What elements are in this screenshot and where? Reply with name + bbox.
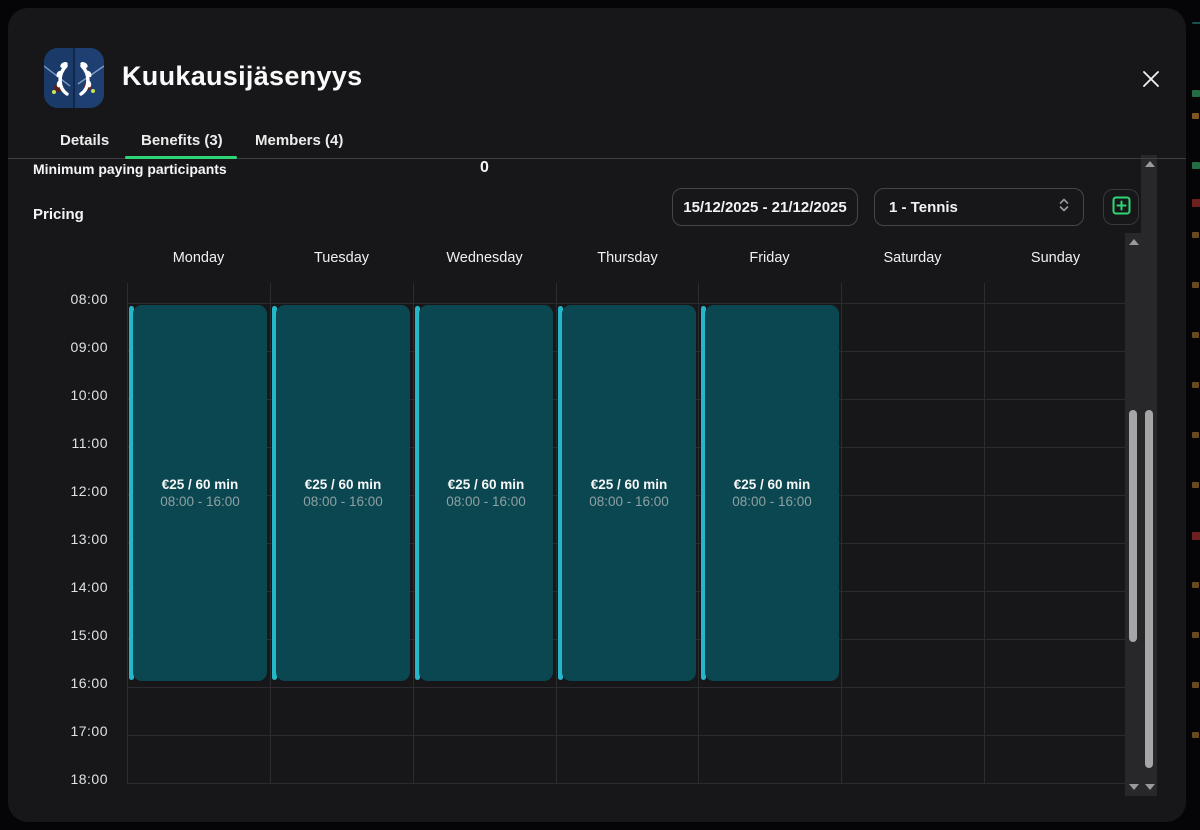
background-artifact	[1192, 682, 1199, 688]
background-artifact	[1192, 732, 1199, 738]
grid-line	[270, 283, 271, 783]
pricing-event-tuesday[interactable]: €25 / 60 min 08:00 - 16:00	[272, 305, 410, 681]
pricing-section-label: Pricing	[33, 206, 84, 223]
scroll-down-icon[interactable]	[1145, 784, 1155, 790]
day-header-monday: Monday	[127, 250, 270, 266]
time-label: 17:00	[38, 723, 108, 739]
background-artifact	[1192, 482, 1199, 488]
modal-scrollbar[interactable]	[1141, 155, 1157, 796]
grid-line	[127, 687, 1127, 688]
membership-modal: Kuukausijäsenyys Details Benefits (3) Me…	[8, 8, 1186, 822]
tab-members[interactable]: Members (4)	[255, 132, 343, 149]
grid-line	[556, 283, 557, 783]
background-artifact	[1192, 232, 1199, 238]
scroll-down-icon[interactable]	[1129, 784, 1139, 790]
grid-line	[984, 283, 985, 783]
time-label: 11:00	[38, 435, 108, 451]
background-artifact	[1192, 532, 1200, 540]
grid-line	[127, 303, 1127, 304]
background-artifact	[1192, 22, 1200, 24]
event-price: €25 / 60 min	[162, 477, 239, 492]
background-artifact	[1192, 582, 1199, 588]
grid-line	[127, 735, 1127, 736]
grid-line	[127, 783, 1127, 784]
event-hours: 08:00 - 16:00	[160, 494, 240, 509]
background-artifact	[1192, 90, 1200, 97]
event-price: €25 / 60 min	[305, 477, 382, 492]
background-artifact	[1192, 632, 1199, 638]
event-price: €25 / 60 min	[591, 477, 668, 492]
time-label: 09:00	[38, 339, 108, 355]
background-artifact	[1192, 162, 1200, 169]
add-pricing-button[interactable]	[1103, 189, 1139, 225]
day-header-friday: Friday	[698, 250, 841, 266]
plus-square-icon	[1112, 196, 1131, 219]
event-body: €25 / 60 min 08:00 - 16:00	[133, 305, 267, 681]
event-body: €25 / 60 min 08:00 - 16:00	[419, 305, 553, 681]
day-header-wednesday: Wednesday	[413, 250, 556, 266]
pricing-event-thursday[interactable]: €25 / 60 min 08:00 - 16:00	[558, 305, 696, 681]
event-hours: 08:00 - 16:00	[589, 494, 669, 509]
scroll-up-icon[interactable]	[1145, 161, 1155, 167]
time-label: 14:00	[38, 579, 108, 595]
background-artifact	[1192, 282, 1199, 288]
day-header-saturday: Saturday	[841, 250, 984, 266]
background-artifact	[1192, 382, 1199, 388]
tab-benefits[interactable]: Benefits (3)	[141, 132, 223, 149]
pricing-event-wednesday[interactable]: €25 / 60 min 08:00 - 16:00	[415, 305, 553, 681]
event-body: €25 / 60 min 08:00 - 16:00	[562, 305, 696, 681]
background-artifact	[1192, 332, 1199, 338]
event-price: €25 / 60 min	[734, 477, 811, 492]
pricing-event-friday[interactable]: €25 / 60 min 08:00 - 16:00	[701, 305, 839, 681]
close-icon[interactable]	[1136, 64, 1166, 94]
event-hours: 08:00 - 16:00	[732, 494, 812, 509]
event-body: €25 / 60 min 08:00 - 16:00	[276, 305, 410, 681]
day-header-thursday: Thursday	[556, 250, 699, 266]
resource-select-value: 1 - Tennis	[889, 199, 958, 216]
event-body: €25 / 60 min 08:00 - 16:00	[705, 305, 839, 681]
grid-line	[413, 283, 414, 783]
active-tab-indicator	[125, 156, 237, 159]
time-label: 15:00	[38, 627, 108, 643]
min-participants-label: Minimum paying participants	[33, 161, 227, 177]
resource-select[interactable]: 1 - Tennis	[874, 188, 1084, 226]
scroll-up-icon[interactable]	[1129, 239, 1139, 245]
club-logo	[44, 48, 104, 108]
chevron-up-down-icon	[1059, 197, 1069, 217]
day-header-sunday: Sunday	[984, 250, 1127, 266]
event-hours: 08:00 - 16:00	[303, 494, 383, 509]
calendar-scrollbar[interactable]	[1125, 233, 1141, 796]
background-artifact	[1192, 432, 1199, 438]
modal-scrollbar-thumb[interactable]	[1145, 410, 1153, 768]
event-hours: 08:00 - 16:00	[446, 494, 526, 509]
time-label: 12:00	[38, 483, 108, 499]
grid-line	[841, 283, 842, 783]
pricing-event-monday[interactable]: €25 / 60 min 08:00 - 16:00	[129, 305, 267, 681]
page-title: Kuukausijäsenyys	[122, 61, 362, 92]
background-artifact	[1192, 199, 1200, 207]
time-label: 08:00	[38, 291, 108, 307]
grid-line	[127, 283, 128, 783]
time-label: 10:00	[38, 387, 108, 403]
screen: Kuukausijäsenyys Details Benefits (3) Me…	[0, 0, 1200, 830]
calendar-scrollbar-thumb[interactable]	[1129, 410, 1137, 642]
time-label: 16:00	[38, 675, 108, 691]
background-artifact	[1192, 113, 1199, 119]
time-label: 18:00	[38, 771, 108, 787]
time-label: 13:00	[38, 531, 108, 547]
date-range-picker[interactable]: 15/12/2025 - 21/12/2025	[672, 188, 858, 226]
day-header-tuesday: Tuesday	[270, 250, 413, 266]
event-price: €25 / 60 min	[448, 477, 525, 492]
grid-line	[698, 283, 699, 783]
min-participants-value: 0	[480, 159, 489, 177]
tab-details[interactable]: Details	[60, 132, 109, 149]
